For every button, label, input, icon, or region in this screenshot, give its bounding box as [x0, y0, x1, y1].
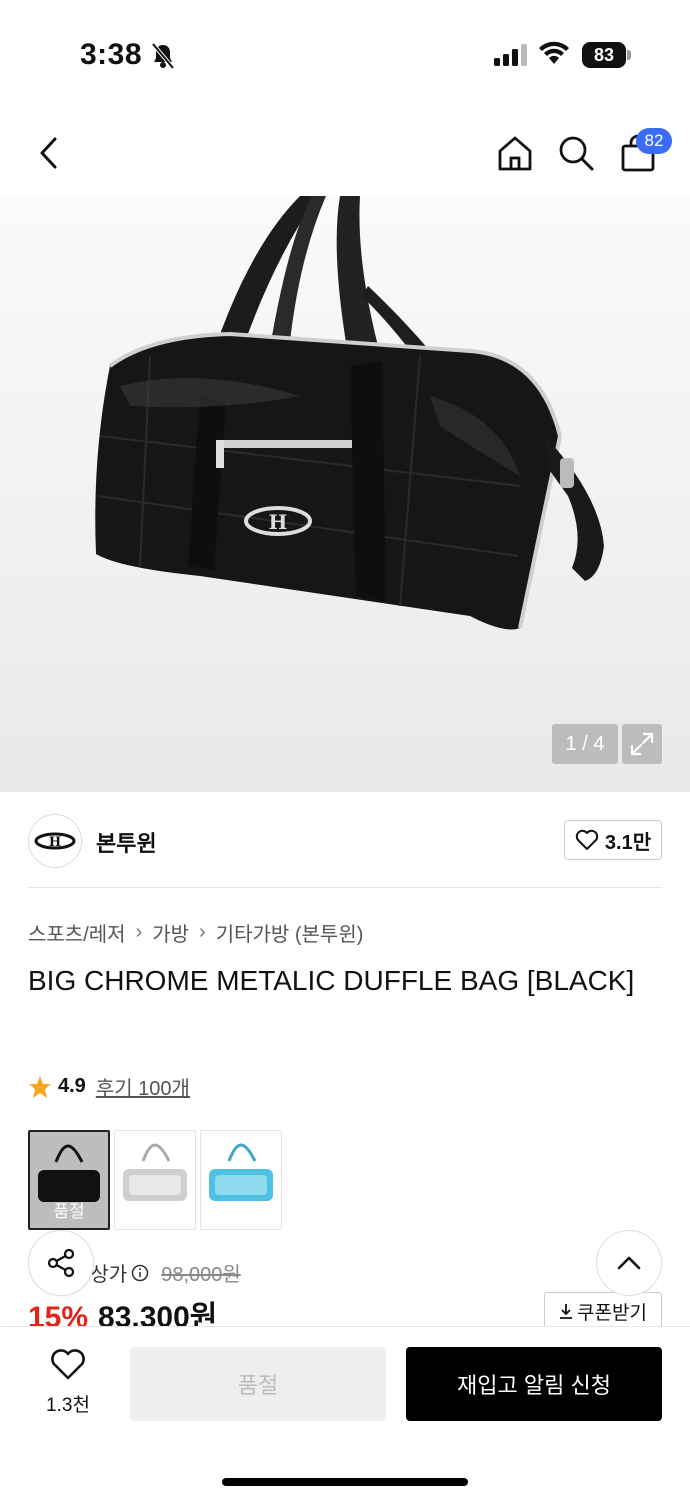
status-bar: 3:38 83 [0, 0, 690, 110]
cart-count-badge: 82 [636, 128, 672, 154]
heart-icon [575, 829, 599, 850]
battery-level: 83 [582, 42, 626, 68]
coupon-label: 쿠폰받기 [577, 1302, 647, 1324]
wishlist-count: 1.3천 [46, 1395, 90, 1416]
share-icon [47, 1248, 75, 1278]
bell-off-icon [151, 42, 175, 70]
coupon-button[interactable]: 쿠폰받기 [544, 1292, 662, 1330]
wishlist-button[interactable]: 1.3천 [28, 1349, 108, 1419]
color-option-black[interactable]: 품절 [28, 1130, 110, 1230]
rating-row: 4.9 후기 100개 [28, 1072, 190, 1101]
search-icon [559, 136, 594, 171]
restock-alert-button[interactable]: 재입고 알림 신청 [406, 1347, 662, 1421]
image-counter: 1 / 4 [552, 724, 618, 764]
brand-logo-icon: H [34, 832, 76, 850]
expand-image-button[interactable] [622, 724, 662, 764]
battery-icon: 83 [582, 42, 631, 68]
cellular-signal-icon [494, 44, 527, 66]
chevron-right-icon: › [135, 921, 143, 943]
soldout-button: 품절 [130, 1347, 386, 1421]
chevron-up-icon [617, 1256, 641, 1270]
svg-text:H: H [49, 835, 61, 850]
brand-like-button[interactable]: 3.1만 [564, 820, 662, 860]
top-nav [0, 110, 690, 196]
original-price-row: 정상가 98,000원 [72, 1258, 241, 1287]
breadcrumb-item[interactable]: 스포츠/레저 [28, 918, 126, 947]
back-button[interactable] [26, 130, 72, 176]
home-icon [498, 136, 532, 171]
breadcrumb-item[interactable]: 기타가방 (본투윈) [216, 918, 364, 947]
product-image-gallery[interactable]: H 1 / 4 [0, 196, 690, 792]
search-button[interactable] [553, 130, 599, 176]
soldout-label: 품절 [53, 1202, 85, 1221]
original-price: 98,000원 [161, 1264, 241, 1286]
thumb-image [123, 1143, 187, 1201]
svg-text:H: H [269, 510, 288, 534]
star-icon [29, 1075, 51, 1098]
wifi-icon [539, 41, 569, 64]
status-time: 3:38 [80, 38, 143, 71]
color-options: 품절 [28, 1130, 282, 1230]
product-title: BIG CHROME METALIC DUFFLE BAG [BLACK] [28, 965, 635, 996]
brand-like-count: 3.1만 [604, 831, 652, 854]
home-button[interactable] [492, 130, 538, 176]
breadcrumb: 스포츠/레저 › 가방 › 기타가방 (본투윈) [28, 918, 363, 947]
color-option-silver[interactable] [114, 1130, 196, 1230]
brand-logo[interactable]: H [28, 814, 82, 868]
back-icon [40, 137, 57, 169]
thumb-image [209, 1143, 273, 1201]
review-count-link[interactable]: 후기 100개 [96, 1072, 190, 1101]
bottom-action-bar: 1.3천 품절 재입고 알림 신청 [0, 1326, 690, 1500]
scroll-top-button[interactable] [596, 1230, 662, 1296]
home-indicator [222, 1478, 468, 1486]
brand-row: H 본투윈 3.1만 [28, 812, 662, 888]
download-icon [560, 1304, 573, 1319]
expand-icon [630, 732, 654, 756]
brand-name[interactable]: 본투윈 [96, 826, 157, 858]
info-icon[interactable] [131, 1264, 149, 1282]
chevron-right-icon: › [199, 921, 206, 943]
rating-score: 4.9 [58, 1075, 86, 1097]
breadcrumb-item[interactable]: 가방 [152, 918, 189, 947]
share-button[interactable] [28, 1230, 94, 1296]
product-image: H [95, 196, 604, 630]
color-option-blue[interactable] [200, 1130, 282, 1230]
battery-cap [627, 50, 631, 60]
heart-icon [51, 1349, 85, 1380]
